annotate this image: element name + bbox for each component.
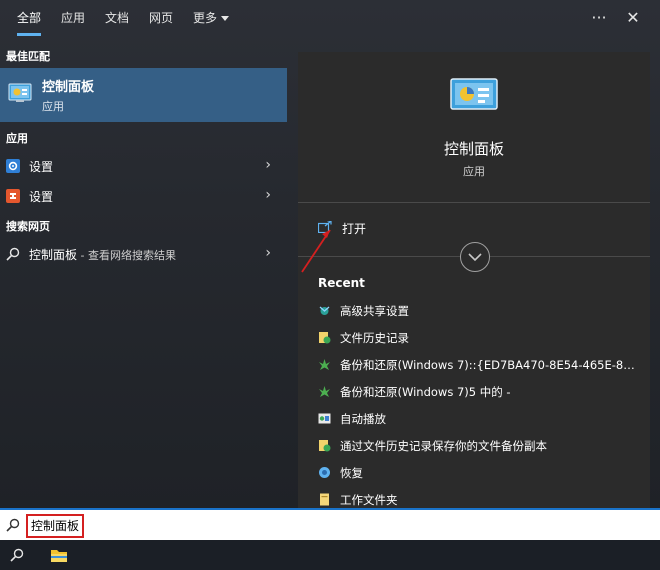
recent-item-label: 恢复 <box>340 466 363 480</box>
section-apps: 应用 <box>6 132 28 145</box>
tab-more[interactable]: 更多 <box>193 0 230 38</box>
section-best-match: 最佳匹配 <box>6 50 50 63</box>
network-sharing-icon <box>319 306 330 315</box>
recent-item[interactable]: 备份和还原(Windows 7)5 中的 - <box>318 383 648 403</box>
tab-web[interactable]: 网页 <box>149 0 173 38</box>
divider <box>298 202 650 203</box>
chevron-right-icon[interactable]: › <box>265 245 271 261</box>
tab-documents[interactable]: 文档 <box>105 0 129 38</box>
settings-app-icon <box>6 189 20 203</box>
recent-item[interactable]: 恢复 <box>318 464 648 484</box>
search-input[interactable]: 控制面板 <box>26 514 85 538</box>
app-result-label: 设置 <box>29 160 54 174</box>
recent-item[interactable]: 自动播放 <box>318 410 648 430</box>
best-match-title: 控制面板 <box>42 80 95 95</box>
control-panel-icon <box>450 78 498 110</box>
recent-item[interactable]: 通过文件历史记录保存你的文件备份副本 <box>318 437 648 457</box>
search-icon <box>6 518 20 532</box>
recent-item-label: 自动播放 <box>340 412 386 426</box>
backup-restore-icon <box>319 359 330 370</box>
best-match-item[interactable]: 控制面板 应用 <box>0 68 287 122</box>
recent-item[interactable]: 高级共享设置 <box>318 302 648 322</box>
more-options-icon[interactable]: ··· <box>588 7 610 29</box>
settings-gear-icon <box>6 159 20 173</box>
recent-item[interactable]: 文件历史记录 <box>318 329 648 349</box>
detail-app-type: 应用 <box>463 165 485 178</box>
app-result-label: 设置 <box>29 190 54 204</box>
file-history-icon <box>319 332 331 344</box>
detail-app-name: 控制面板 <box>443 140 504 158</box>
chevron-right-icon[interactable]: › <box>265 187 271 203</box>
search-icon <box>6 247 20 261</box>
web-result-label: 控制面板 - 查看网络搜索结果 <box>29 246 176 263</box>
chevron-right-icon[interactable]: › <box>265 157 271 173</box>
file-explorer-icon[interactable] <box>50 547 68 563</box>
tab-more-label: 更多 <box>193 11 218 25</box>
tab-all[interactable]: 全部 <box>17 0 42 38</box>
recent-item-label: 文件历史记录 <box>340 331 409 345</box>
control-panel-icon <box>8 83 32 102</box>
autoplay-icon <box>318 413 331 424</box>
web-search-result[interactable]: 控制面板 - 查看网络搜索结果 › <box>0 240 287 268</box>
detail-panel: 控制面板 应用 打开 Recent 高级共享设置 文件历史记录 备份和还原(Wi… <box>298 52 650 508</box>
work-folders-icon <box>320 493 329 506</box>
recent-item-label: 备份和还原(Windows 7)5 中的 - <box>340 385 511 399</box>
search-tabs-bar: 全部 应用 文档 网页 更多 ··· ✕ <box>0 0 660 38</box>
file-history-icon <box>319 440 331 452</box>
results-list: 最佳匹配 控制面板 应用 应用 设置 › 设置 › 搜索网页 控制面板 - 查看… <box>0 38 287 508</box>
recent-title: Recent <box>318 276 365 290</box>
recovery-icon <box>319 467 330 478</box>
chevron-down-icon <box>221 16 230 21</box>
recent-item-label: 高级共享设置 <box>340 304 409 318</box>
web-result-query: 控制面板 <box>29 248 78 262</box>
section-web: 搜索网页 <box>6 220 50 233</box>
web-result-suffix: - 查看网络搜索结果 <box>77 249 176 262</box>
search-panel: 全部 应用 文档 网页 更多 ··· ✕ 最佳匹配 控制面板 应用 应用 设置 … <box>0 0 660 508</box>
recent-item-label: 通过文件历史记录保存你的文件备份副本 <box>340 439 547 453</box>
close-icon[interactable]: ✕ <box>622 7 644 29</box>
expand-actions-button[interactable] <box>460 242 490 272</box>
annotation-arrow-icon <box>301 229 331 273</box>
tab-apps[interactable]: 应用 <box>61 0 85 38</box>
best-match-subtitle: 应用 <box>42 100 64 113</box>
taskbar <box>0 540 660 570</box>
recent-item[interactable]: 备份和还原(Windows 7)::{ED7BA470-8E54-465E-82… <box>318 356 648 376</box>
search-icon[interactable] <box>10 548 24 562</box>
recent-item-label: 工作文件夹 <box>340 493 398 507</box>
backup-restore-icon <box>319 386 330 397</box>
search-bar[interactable]: 控制面板 <box>0 508 660 540</box>
app-result-settings-1[interactable]: 设置 › <box>0 152 287 180</box>
app-result-settings-2[interactable]: 设置 › <box>0 182 287 210</box>
open-label: 打开 <box>342 222 367 236</box>
recent-item-label: 备份和还原(Windows 7)::{ED7BA470-8E54-465E-82… <box>340 358 636 372</box>
chevron-down-icon <box>468 253 482 262</box>
